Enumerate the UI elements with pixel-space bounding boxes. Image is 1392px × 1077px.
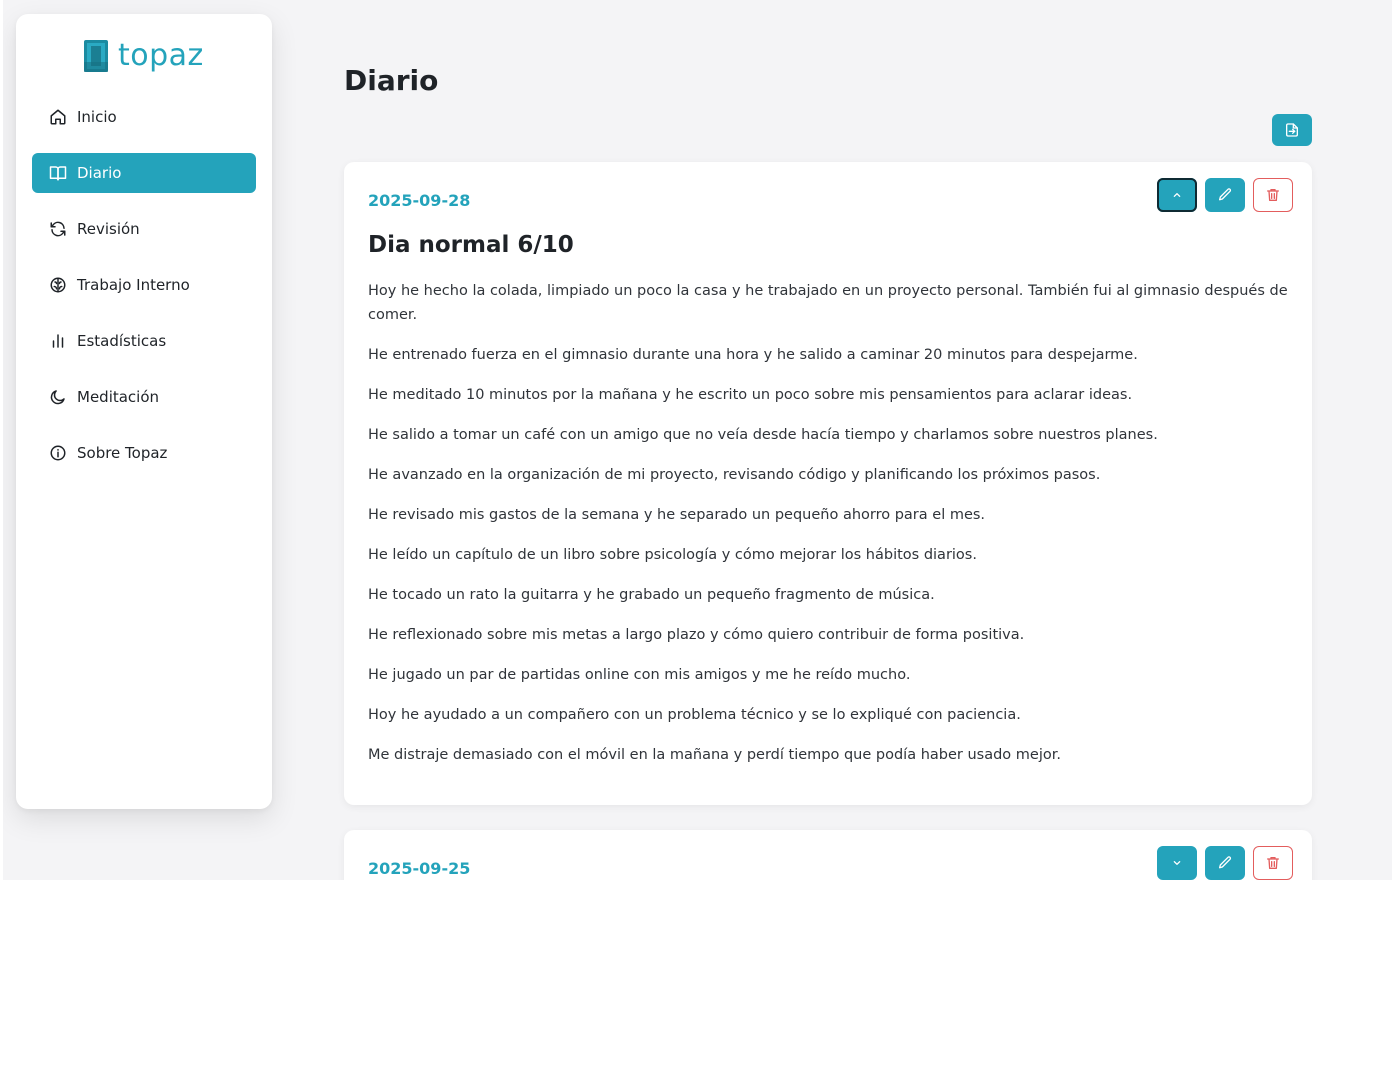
edit-button[interactable] — [1205, 846, 1245, 880]
trash-icon — [1267, 857, 1279, 869]
entry-paragraph: He jugado un par de partidas online con … — [368, 667, 911, 683]
trash-icon — [1267, 189, 1279, 201]
app-window: topaz Inicio Diario Revisión Trabajo Int… — [3, 0, 1392, 880]
sidebar-item-inicio[interactable]: Inicio — [32, 97, 256, 137]
sidebar-item-trabajo-interno[interactable]: Trabajo Interno — [32, 265, 256, 305]
brand[interactable]: topaz — [84, 40, 204, 72]
entry-date: 2025-09-25 — [368, 859, 471, 878]
entry-date: 2025-09-28 — [368, 191, 471, 210]
entry-paragraph: Hoy he hecho la colada, limpiado un poco… — [368, 283, 1288, 323]
moon-icon — [49, 388, 67, 406]
sidebar-item-label: Estadísticas — [77, 332, 167, 350]
sidebar-item-revision[interactable]: Revisión — [32, 209, 256, 249]
sidebar-item-meditacion[interactable]: Meditación — [32, 377, 256, 417]
entry-paragraph: He revisado mis gastos de la semana y he… — [368, 507, 986, 523]
pencil-icon — [1219, 856, 1232, 869]
sidebar-item-label: Sobre Topaz — [77, 444, 168, 462]
chevron-down-icon — [1173, 861, 1181, 865]
sidebar-item-label: Inicio — [77, 108, 117, 126]
sidebar-item-label: Revisión — [77, 220, 140, 238]
delete-button[interactable] — [1253, 846, 1293, 880]
entry-body: Hoy he hecho la colada, limpiado un poco… — [368, 279, 1288, 783]
brand-name: topaz — [118, 38, 204, 73]
entry-actions — [1157, 178, 1293, 212]
sidebar-item-label: Trabajo Interno — [77, 276, 190, 294]
entry-paragraph: He tocado un rato la guitarra y he graba… — [368, 587, 935, 603]
diary-entry-card: 2025-09-28 Dia normal 6/10 Hoy he hecho … — [344, 162, 1312, 805]
entry-paragraph: He reflexionado sobre mis metas a largo … — [368, 627, 1025, 643]
page-title: Diario — [344, 64, 439, 97]
entry-paragraph: He avanzado en la organización de mi pro… — [368, 467, 1101, 483]
entry-paragraph: He salido a tomar un café con un amigo q… — [368, 427, 1158, 443]
chevron-up-icon — [1173, 193, 1181, 197]
edit-button[interactable] — [1205, 178, 1245, 212]
refresh-icon — [49, 220, 67, 238]
entry-paragraph: Hoy he ayudado a un compañero con un pro… — [368, 707, 1021, 723]
pencil-icon — [1219, 188, 1232, 201]
entry-paragraph: He entrenado fuerza en el gimnasio duran… — [368, 347, 1138, 363]
sidebar-item-diario[interactable]: Diario — [32, 153, 256, 193]
file-export-icon — [1286, 123, 1298, 137]
delete-button[interactable] — [1253, 178, 1293, 212]
sidebar-item-label: Meditación — [77, 388, 160, 406]
info-icon — [49, 444, 67, 462]
brain-icon — [49, 276, 67, 294]
entry-title: Dia normal 6/10 — [368, 232, 574, 258]
sidebar-nav: Inicio Diario Revisión Trabajo Interno E… — [32, 97, 256, 489]
entry-paragraph: He meditado 10 minutos por la mañana y h… — [368, 387, 1133, 403]
book-icon — [49, 164, 67, 182]
sidebar-item-estadisticas[interactable]: Estadísticas — [32, 321, 256, 361]
entry-paragraph: He leído un capítulo de un libro sobre p… — [368, 547, 977, 563]
sidebar-item-label: Diario — [77, 164, 122, 182]
home-icon — [49, 108, 67, 126]
export-button[interactable] — [1272, 114, 1312, 146]
sidebar: topaz Inicio Diario Revisión Trabajo Int… — [16, 14, 272, 809]
collapse-button[interactable] — [1157, 178, 1197, 212]
entry-actions — [1157, 846, 1293, 880]
diary-entry-card: 2025-09-25 — [344, 830, 1312, 880]
expand-button[interactable] — [1157, 846, 1197, 880]
topaz-logo-icon — [84, 40, 108, 72]
entry-paragraph: Me distraje demasiado con el móvil en la… — [368, 747, 1061, 763]
sidebar-item-sobre-topaz[interactable]: Sobre Topaz — [32, 433, 256, 473]
bar-chart-icon — [49, 332, 67, 350]
